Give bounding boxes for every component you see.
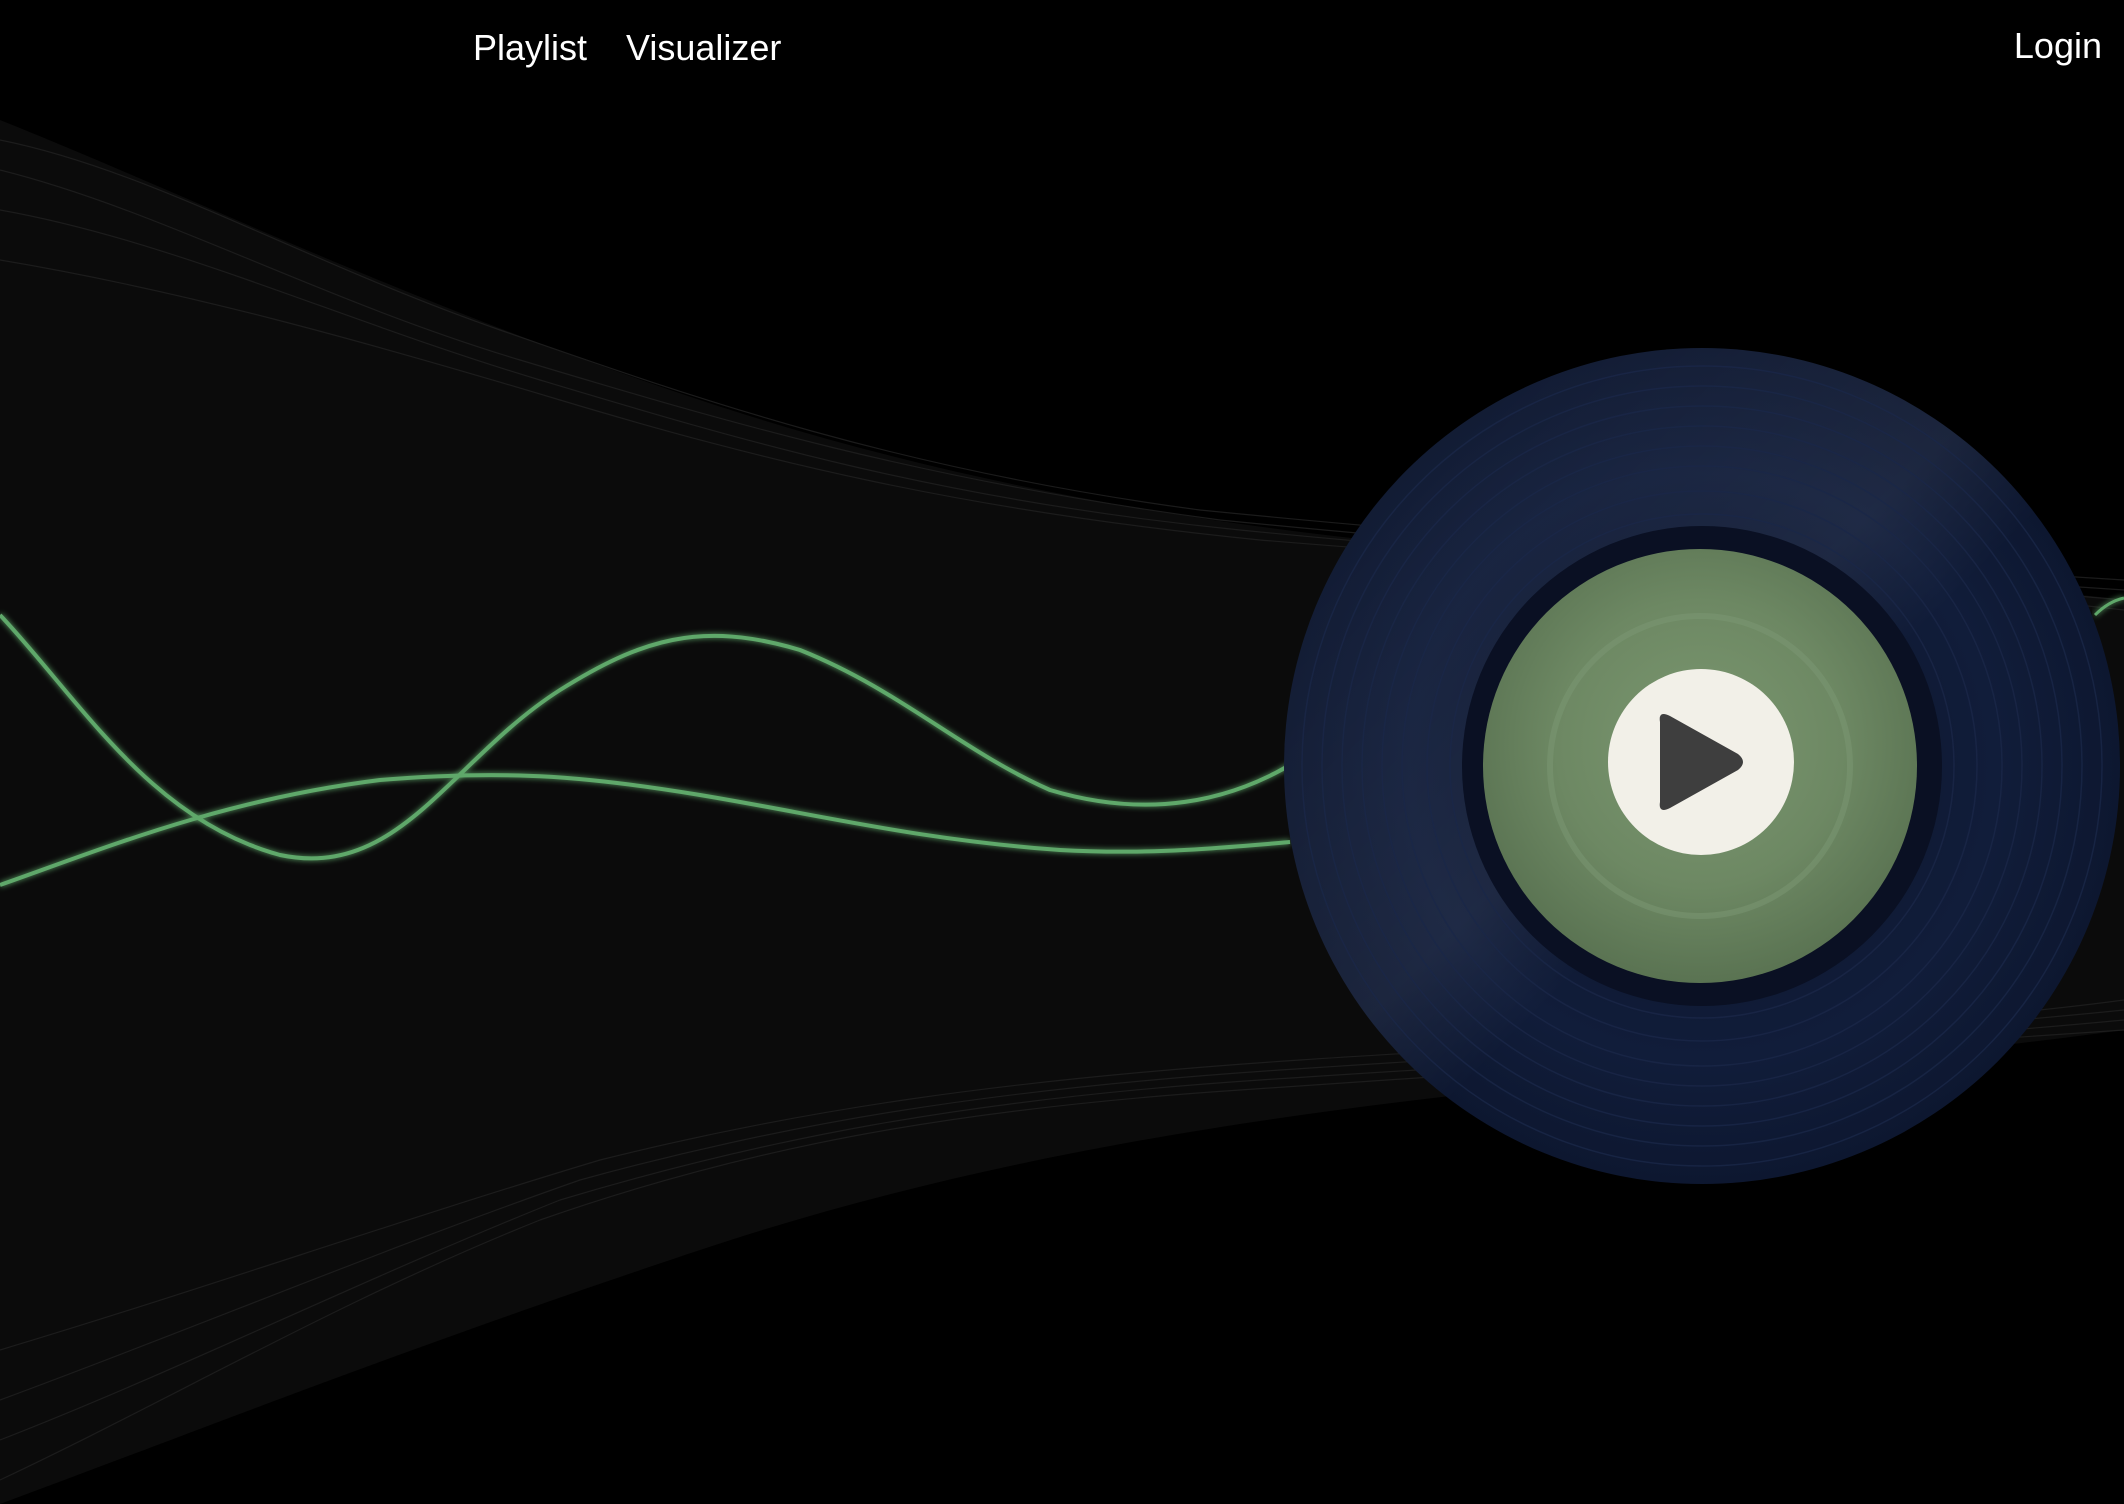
login-link[interactable]: Login bbox=[2014, 24, 2102, 68]
play-button[interactable] bbox=[1608, 669, 1794, 855]
nav-link-playlist[interactable]: Playlist bbox=[473, 26, 587, 70]
top-nav: Playlist Visualizer Login bbox=[0, 0, 2124, 100]
audio-visualizer bbox=[0, 120, 2124, 1504]
nav-link-visualizer[interactable]: Visualizer bbox=[626, 26, 781, 70]
visualizer-page: Playlist Visualizer Login bbox=[0, 0, 2124, 1504]
